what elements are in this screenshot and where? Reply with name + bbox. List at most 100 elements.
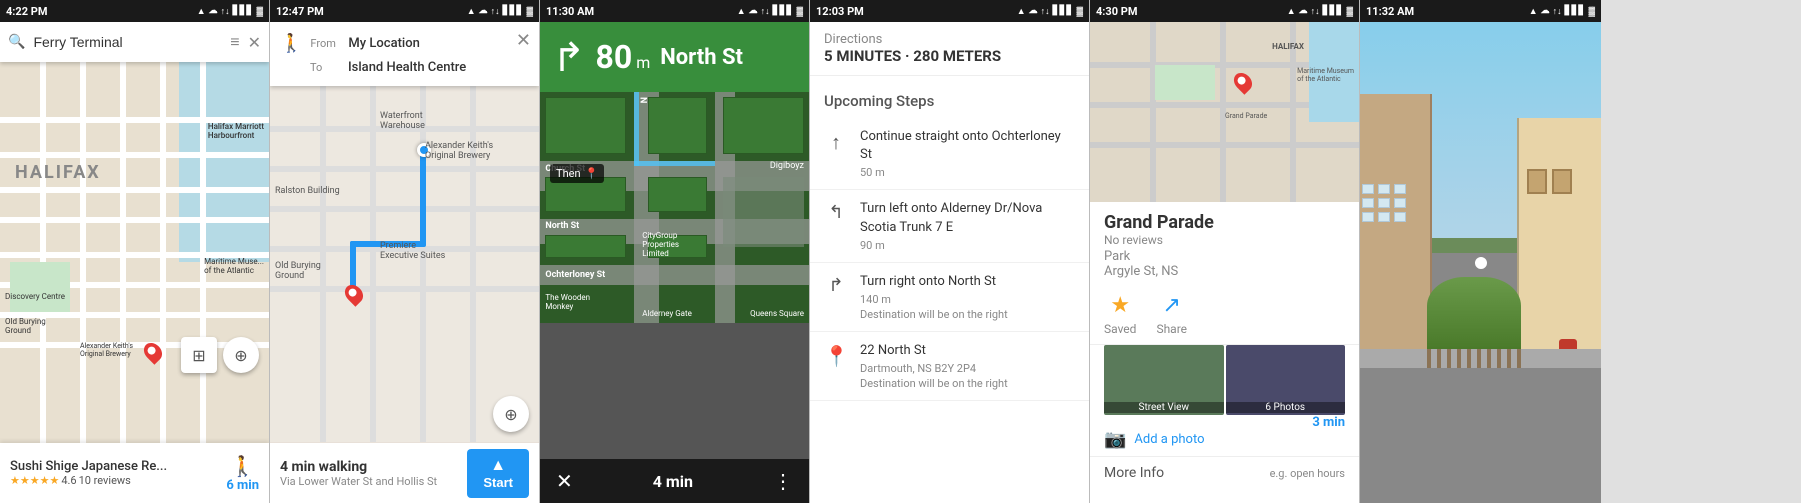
search-input-1[interactable] [33,34,222,50]
signal-bars-4: ▋▋▋ [1053,6,1074,16]
to-value[interactable]: Island Health Centre [348,60,466,75]
nav-header-3: ↱ 80 m North St [540,22,809,92]
status-bar-3: 11:30 AM ▲ ☁ ↑↓ ▋▋▋ ▓ [540,0,809,22]
sv-car [1559,339,1577,349]
status-icons-6: ▲ ☁ ↑↓ ▋▋▋ ▓ [1529,6,1595,17]
compass-button-2[interactable]: ⊕ [493,396,529,432]
battery-icon-2: ▓ [526,6,533,17]
route-from-row: 🚶 From My Location [280,30,529,57]
map-bg-1: HALIFAX Halifax MarriottHarbourfront Mar… [0,62,269,443]
photos-thumb[interactable]: 6 Photos [1226,345,1346,415]
then-text: Then [556,167,581,180]
more-info-row[interactable]: More Info e.g. open hours [1090,457,1359,489]
search-icon-1: 🔍 [8,34,25,50]
panel-route: 12:47 PM ▲ ☁ ↑↓ ▋▋▋ ▓ 🚶 From My Location… [270,0,540,503]
wifi-icon-6: ☁ [1541,6,1550,16]
wifi-icon-2: ☁ [479,6,488,16]
walk-time-5: 3 min [1312,415,1345,430]
step-item-4: 📍 22 North St Dartmouth, NS B2Y 2P4 Dest… [810,332,1089,401]
wifi-icon-5: ☁ [1299,6,1308,16]
time-6: 11:32 AM [1366,5,1414,18]
compass-button-1[interactable]: ⊕ [223,337,259,373]
signal-icon-1: ▲ [197,6,206,17]
route-close-button[interactable]: ✕ [516,30,531,51]
sv-window [1378,198,1390,208]
street-view-label: Street View [1104,402,1224,413]
then-label-3: Then 📍 [550,164,604,183]
stars-1: ★★★★★ [10,474,59,487]
nav-distance-group: 80 m [596,38,651,76]
step-text-4: 22 North St Dartmouth, NS B2Y 2P4 Destin… [860,342,1075,390]
menu-icon-1[interactable]: ≡ [230,32,239,52]
panel-navigation: 11:30 AM ▲ ☁ ↑↓ ▋▋▋ ▓ ↱ 80 m North St [540,0,810,503]
step-text-2: Turn left onto Alderney Dr/Nova Scotia T… [860,200,1075,251]
panel-map-search: 4:22 PM ▲ ☁ ↑↓ ▋▋▋ ▓ 🔍 ≡ ✕ [0,0,270,503]
bottom-card-1: Sushi Shige Japanese Re... ★★★★★ 4.6 10 … [0,443,269,503]
saved-action[interactable]: ★ Saved [1104,293,1136,336]
step-sub-3: Destination will be on the right [860,308,1075,321]
status-bar-5: 4:30 PM ▲ ☁ ↑↓ ▋▋▋ ▓ [1090,0,1359,22]
halifax-label: HALIFAX [15,162,101,183]
step-item-3: ↱ Turn right onto North St 140 m Destina… [810,263,1089,332]
battery-icon-5: ▓ [1346,6,1353,17]
sv-center-dot[interactable] [1472,254,1490,272]
directions-label-4: Directions [824,32,1075,47]
route-via-2: Via Lower Water St and Hollis St [280,475,467,488]
wifi-icon-3: ☁ [749,6,758,16]
from-label: From [310,37,340,50]
signal-bars-3: ▋▋▋ [773,6,794,16]
route-line-v [420,146,426,246]
step-main-4: 22 North St [860,342,1075,360]
photo-strip-5: Street View 6 Photos [1090,345,1359,423]
nav-street-3: North St [660,45,797,70]
rating-row-1: ★★★★★ 4.6 10 reviews [10,474,226,487]
street-view-thumb[interactable]: Street View [1104,345,1224,415]
panel-street-view: 11:32 AM ▲ ☁ ↑↓ ▋▋▋ ▓ [1360,0,1601,503]
status-icons-5: ▲ ☁ ↑↓ ▋▋▋ ▓ [1287,6,1353,17]
share-action[interactable]: ↗ Share [1156,293,1187,336]
sv-window [1394,212,1406,222]
route-time-2: 4 min walking [280,459,467,475]
time-1: 4:22 PM [6,5,48,18]
search-bar-1[interactable]: 🔍 ≡ ✕ [0,22,269,62]
place-reviews-5: No reviews [1104,233,1345,247]
nav-menu-button[interactable]: ⋮ [773,469,793,493]
battery-icon-1: ▓ [256,6,263,17]
step-sub-4: Destination will be on the right [860,377,1075,390]
share-label: Share [1156,322,1187,336]
map-bg-2: WaterfrontWarehouse Alexander Keith'sOri… [270,86,539,442]
nav-total-time: 4 min [653,472,693,491]
sv-vegetation [1427,277,1521,349]
status-bar-4: 12:03 PM ▲ ☁ ↑↓ ▋▋▋ ▓ [810,0,1089,22]
wifi-icon-1: ☁ [209,6,218,16]
share-icon: ↗ [1163,293,1181,318]
street-view-6[interactable] [1360,22,1601,503]
place-actions-5: ★ Saved ↗ Share [1090,285,1359,345]
step-main-2: Turn left onto Alderney Dr/Nova Scotia T… [860,200,1075,236]
sv-window [1378,184,1390,194]
sv-windows [1362,184,1406,236]
status-icons-3: ▲ ☁ ↑↓ ▋▋▋ ▓ [737,6,803,17]
step-dist-2: 90 m [860,239,1075,252]
battery-icon-4: ▓ [1076,6,1083,17]
layers-button-1[interactable]: ⊞ [181,337,217,373]
saved-icon: ★ [1110,293,1130,318]
upcoming-header: Upcoming Steps [810,76,1089,118]
more-info-label: More Info [1104,465,1164,481]
status-icons-2: ▲ ☁ ↑↓ ▋▋▋ ▓ [467,6,533,17]
step-text-1: Continue straight onto Ochterloney St 50… [860,128,1075,179]
nav-close-button[interactable]: ✕ [556,469,573,493]
signal-icon-2: ▲ [467,6,476,17]
step-main-3: Turn right onto North St [860,273,1075,291]
start-button-2[interactable]: ▲ Start [467,449,529,498]
status-bar-2: 12:47 PM ▲ ☁ ↑↓ ▋▋▋ ▓ [270,0,539,22]
data-icon-6: ↑↓ [1553,6,1562,17]
close-icon-1[interactable]: ✕ [248,33,261,52]
place-name-5: Grand Parade [1104,212,1345,233]
walk-info-1: 🚶 6 min [226,454,259,493]
from-value[interactable]: My Location [348,36,419,51]
nav-unit-3: m [636,53,650,72]
aerial-map-3: Church St North St Ochterloney St N Digi… [540,92,809,323]
walk-icon-1: 🚶 [226,454,259,478]
step-item-2: ↰ Turn left onto Alderney Dr/Nova Scotia… [810,190,1089,262]
